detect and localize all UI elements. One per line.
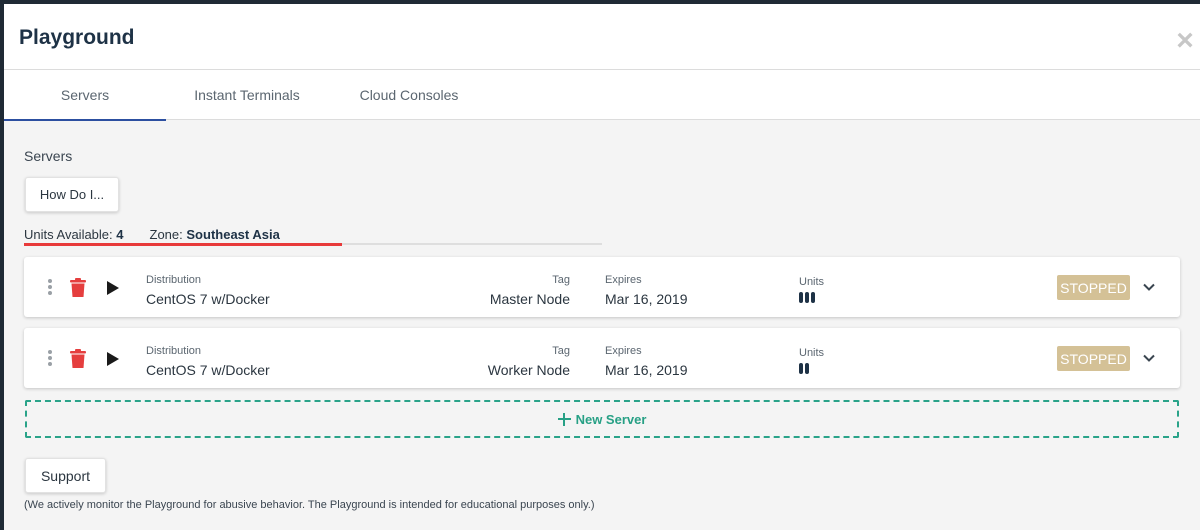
units-icon (799, 292, 815, 303)
new-server-label: New Server (575, 411, 647, 427)
status-badge: STOPPED (1057, 346, 1130, 371)
modal-title: Playground (19, 26, 135, 49)
chevron-down-icon[interactable] (1142, 282, 1156, 292)
server-row: Distribution CentOS 7 w/Docker Tag Maste… (24, 257, 1180, 317)
units-available-value: 4 (116, 227, 124, 242)
tab-cloud-consoles[interactable]: Cloud Consoles (328, 70, 490, 120)
distribution-label: Distribution (146, 274, 202, 286)
tab-label: Cloud Consoles (359, 87, 459, 103)
tag-value: Master Node (489, 291, 570, 307)
distribution-value: CentOS 7 w/Docker (146, 362, 270, 378)
status-badge: STOPPED (1057, 275, 1130, 300)
close-icon[interactable]: × (1170, 26, 1200, 56)
distribution-label: Distribution (146, 345, 202, 357)
zone-label: Zone: (149, 227, 183, 242)
expires-value: Mar 16, 2019 (605, 291, 688, 307)
units-progress-bar (24, 242, 602, 246)
playground-modal: Playground × Servers Instant Terminals C… (4, 4, 1200, 530)
tag-label: Tag (552, 274, 570, 286)
units-progress-fill (24, 242, 342, 246)
units-label: Units (799, 347, 825, 359)
expires-label: Expires (605, 274, 642, 286)
units-available: Units Available: 4 (24, 227, 124, 242)
distribution-value: CentOS 7 w/Docker (146, 291, 270, 307)
plus-icon (557, 412, 571, 426)
support-button[interactable]: Support (25, 458, 106, 493)
units-label: Units (799, 276, 825, 288)
server-row: Distribution CentOS 7 w/Docker Tag Worke… (24, 328, 1180, 388)
tab-servers[interactable]: Servers (4, 70, 166, 121)
zone-value: Southeast Asia (186, 227, 280, 242)
unit-bar (799, 363, 803, 374)
zone: Zone: Southeast Asia (150, 227, 280, 242)
units-zone-line: Units Available: 4 Zone: Southeast Asia (24, 227, 280, 242)
play-icon[interactable] (106, 280, 120, 296)
trash-icon[interactable] (70, 278, 86, 297)
unit-bar (805, 292, 809, 303)
drag-handle-icon[interactable] (47, 350, 53, 368)
tab-label: Instant Terminals (194, 87, 300, 103)
how-do-i-button[interactable]: How Do I... (25, 177, 119, 212)
tag-label: Tag (552, 345, 570, 357)
drag-handle-icon[interactable] (47, 279, 53, 297)
tab-label: Servers (60, 87, 110, 103)
unit-bar (799, 292, 803, 303)
section-title: Servers (24, 148, 73, 164)
units-icon (799, 363, 809, 374)
new-server-button[interactable]: New Server (25, 400, 1179, 438)
disclaimer-text: (We actively monitor the Playground for … (24, 499, 595, 511)
tab-bar: Servers Instant Terminals Cloud Consoles (4, 70, 1200, 121)
units-available-label: Units Available: (24, 227, 113, 242)
chevron-down-icon[interactable] (1142, 353, 1156, 363)
modal-header: Playground × (4, 4, 1200, 70)
expires-value: Mar 16, 2019 (605, 362, 688, 378)
unit-bar (811, 292, 815, 303)
tag-value: Worker Node (487, 362, 570, 378)
unit-bar (805, 363, 809, 374)
expires-label: Expires (605, 345, 642, 357)
play-icon[interactable] (106, 351, 120, 367)
trash-icon[interactable] (70, 349, 86, 368)
tab-instant-terminals[interactable]: Instant Terminals (166, 70, 328, 120)
